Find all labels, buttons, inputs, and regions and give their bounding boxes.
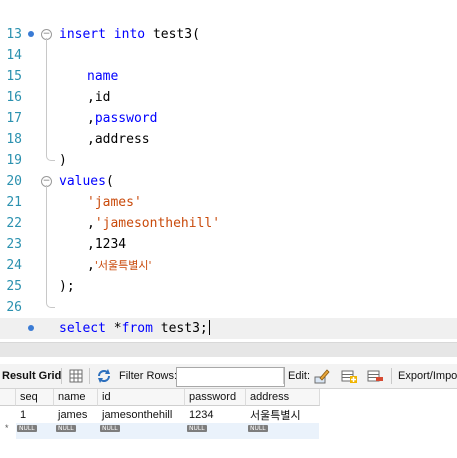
- column-ref: id: [94, 90, 111, 105]
- sql-keyword: values: [59, 174, 106, 189]
- delete-row-icon[interactable]: [367, 368, 383, 384]
- column-ref: password: [94, 111, 158, 126]
- column-header-name[interactable]: name: [54, 389, 98, 406]
- editor-line[interactable]: 20 ): [0, 150, 457, 189]
- fold-guide-end: [46, 153, 55, 161]
- statement-marker-icon: [28, 31, 34, 37]
- editor-line[interactable]: 24 ,1234: [0, 234, 457, 273]
- fold-guide-end: [46, 300, 55, 308]
- edit-label: Edit:: [288, 370, 311, 382]
- toolbar-separator: [283, 368, 284, 384]
- sql-keyword: insert: [59, 27, 106, 42]
- new-row-marker: *: [5, 423, 9, 433]
- cell-id[interactable]: jamesonthehill: [98, 407, 185, 424]
- editor-line[interactable]: 13: [0, 3, 457, 42]
- column-header-password[interactable]: password: [185, 389, 246, 406]
- column-header-id[interactable]: id: [98, 389, 185, 406]
- result-grid-tab[interactable]: Result Grid: [2, 364, 61, 388]
- toolbar-separator: [391, 368, 392, 384]
- string-literal: '서울특별시': [94, 259, 152, 272]
- editor-line-current[interactable]: 28 select *from test3;: [0, 318, 457, 357]
- editor-line[interactable]: 23 ,'jamesonthehill': [0, 213, 457, 252]
- editor-line[interactable]: 21 − values(: [0, 171, 457, 210]
- cell-password[interactable]: 1234: [185, 407, 246, 424]
- column-ref: address: [94, 132, 150, 147]
- horizontal-scrollbar[interactable]: [0, 342, 457, 357]
- toolbar-separator: [61, 368, 62, 384]
- fold-guide: [46, 38, 47, 153]
- editor-line[interactable]: 26 );: [0, 276, 457, 315]
- editor-line[interactable]: 14 − insert into test3(: [0, 24, 457, 63]
- add-row-icon[interactable]: [341, 368, 357, 384]
- table-ref: test3(: [152, 27, 200, 42]
- filter-rows-input[interactable]: [176, 367, 285, 387]
- editor-line[interactable]: 15: [0, 45, 457, 84]
- cell-address[interactable]: 서울특별시: [246, 407, 320, 424]
- editor-line[interactable]: 25 ,'서울특별시': [0, 255, 457, 294]
- toolbar-separator: [89, 368, 90, 384]
- editor-line[interactable]: 16 name: [0, 66, 457, 105]
- sql-keyword: select: [59, 321, 106, 336]
- sql-keyword: from: [121, 321, 153, 336]
- column-header-address[interactable]: address: [246, 389, 320, 406]
- null-badge: NULL: [100, 425, 120, 432]
- null-badge: NULL: [248, 425, 268, 432]
- sql-editor[interactable]: 13 14 − insert into test3( 15 16 name 17…: [0, 0, 457, 357]
- cell-seq[interactable]: 1: [16, 407, 54, 424]
- column-ref: name: [87, 69, 119, 84]
- column-header-seq[interactable]: seq: [16, 389, 54, 406]
- statement-marker-icon: [28, 325, 34, 331]
- refresh-icon[interactable]: [96, 368, 112, 384]
- string-literal: 'jamesonthehill': [94, 216, 221, 231]
- null-badge: NULL: [187, 425, 207, 432]
- row-header-corner: [0, 389, 16, 406]
- table-ref: test3;: [160, 321, 208, 336]
- fold-guide: [46, 185, 47, 300]
- filter-rows-label: Filter Rows:: [119, 370, 178, 382]
- string-literal: 'james': [87, 195, 142, 210]
- result-toolbar: Result Grid Filter Rows: Edit: Export/Im…: [0, 364, 457, 389]
- sql-keyword: into: [113, 27, 146, 42]
- edit-cell-icon[interactable]: [314, 368, 330, 384]
- null-badge: NULL: [56, 425, 76, 432]
- editor-line[interactable]: 19 ,address: [0, 129, 457, 168]
- cell-name[interactable]: james: [54, 407, 98, 424]
- editor-line[interactable]: 18 ,password: [0, 108, 457, 147]
- editor-line[interactable]: 22 'james': [0, 192, 457, 231]
- text-caret: [208, 320, 210, 335]
- editor-line[interactable]: 27: [0, 297, 457, 336]
- null-badge: NULL: [17, 425, 37, 432]
- editor-line[interactable]: 17 ,id: [0, 87, 457, 126]
- number-literal: 1234: [94, 237, 127, 252]
- grid-view-icon[interactable]: [68, 368, 84, 384]
- export-import-label[interactable]: Export/Impo: [398, 364, 457, 388]
